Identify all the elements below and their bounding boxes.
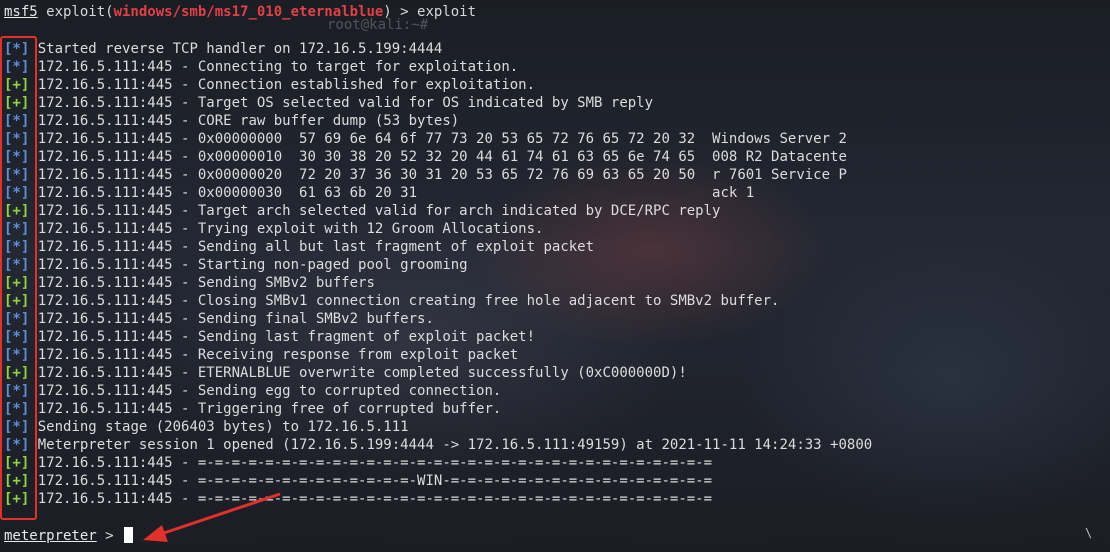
annotation-arrow-icon <box>143 492 281 542</box>
corner-glyph: \ <box>1085 526 1093 540</box>
